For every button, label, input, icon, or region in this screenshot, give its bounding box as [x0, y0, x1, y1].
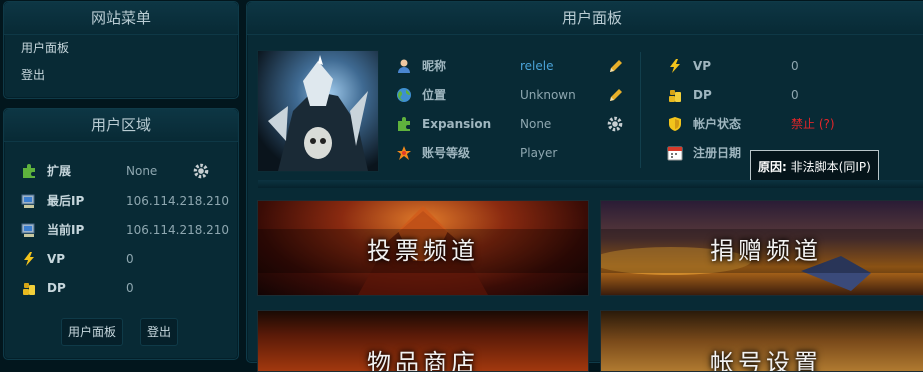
zone-value: 0 — [126, 281, 134, 295]
zone-label: VP — [47, 252, 66, 266]
vote-channel-banner[interactable]: 投票频道 — [257, 200, 589, 296]
account-status-value[interactable]: 禁止 (?) — [791, 114, 835, 134]
banner-title: 帐号设置 — [710, 349, 822, 372]
globe-icon — [397, 88, 411, 102]
computer-icon — [21, 223, 35, 237]
zone-label: 当前IP — [47, 223, 85, 237]
banner-title: 物品商店 — [367, 349, 479, 372]
logout-button[interactable]: 登出 — [140, 318, 179, 346]
info-label: DP — [693, 88, 712, 102]
nickname-value[interactable]: relele — [520, 56, 554, 76]
info-row-nickname: 昵称 relele — [396, 56, 636, 76]
info-label: Expansion — [422, 117, 492, 131]
info-label: 账号等级 — [422, 146, 471, 160]
user-icon — [398, 59, 410, 73]
shield-icon — [669, 117, 681, 131]
site-menu-title: 网站菜单 — [4, 2, 238, 35]
tooltip-label: 原因: — [758, 160, 787, 174]
info-label: 注册日期 — [693, 146, 742, 160]
info-row-account-level: 账号等级 Player — [396, 143, 636, 163]
avatar — [257, 50, 379, 172]
site-menu-panel: 网站菜单 用户面板 登出 — [3, 1, 239, 99]
banner-title: 捐赠频道 — [710, 237, 822, 265]
item-shop-banner[interactable]: 物品商店 — [257, 310, 589, 372]
vp-value: 0 — [791, 59, 799, 73]
tooltip-text: 非法脚本(同IP) — [790, 160, 871, 174]
user-zone-panel: 用户区域 扩展 None 最后IP 106.114.218.210 当前IP 1… — [3, 108, 239, 360]
location-value: Unknown — [520, 88, 576, 102]
account-settings-banner[interactable]: 帐号设置 — [600, 310, 923, 372]
lightning-icon — [24, 252, 34, 266]
info-label: 昵称 — [422, 59, 447, 73]
info-row-dp: DP 0 — [667, 85, 907, 105]
puzzle-icon — [398, 117, 410, 131]
zone-label: 扩展 — [47, 164, 72, 178]
info-separator — [640, 52, 641, 168]
dp-value: 0 — [791, 88, 799, 102]
panel-divider — [258, 180, 923, 188]
info-label: VP — [693, 59, 712, 73]
user-panel-title: 用户面板 — [247, 2, 923, 35]
user-panel-button[interactable]: 用户面板 — [61, 318, 124, 346]
donate-channel-banner[interactable]: 捐赠频道 — [600, 200, 923, 296]
calendar-icon — [667, 146, 683, 161]
account-level-value: Player — [520, 146, 558, 160]
expansion-value: None — [520, 117, 552, 131]
banner-title: 投票频道 — [367, 237, 479, 265]
star-icon — [397, 146, 411, 160]
info-row-location: 位置 Unknown — [396, 85, 636, 105]
user-zone-title: 用户区域 — [4, 109, 238, 142]
info-row-vp: VP 0 — [667, 56, 907, 76]
zone-value: 0 — [126, 252, 134, 266]
info-row-account-status: 帐户状态 禁止 (?) — [667, 114, 907, 134]
info-label: 帐户状态 — [693, 117, 742, 131]
gear-icon[interactable] — [192, 162, 210, 180]
coins-icon — [23, 283, 35, 295]
pencil-icon[interactable] — [608, 58, 624, 74]
info-label: 位置 — [422, 88, 447, 102]
zone-value: None — [126, 164, 158, 178]
computer-icon — [21, 194, 35, 208]
info-row-expansion: Expansion None — [396, 114, 636, 134]
gear-icon[interactable] — [606, 115, 624, 133]
ban-reason-tooltip: 原因: 非法脚本(同IP) — [750, 150, 879, 184]
zone-label: DP — [47, 281, 66, 295]
menu-item-user-panel[interactable]: 用户面板 — [4, 35, 238, 62]
puzzle-icon — [23, 164, 35, 178]
zone-value: 106.114.218.210 — [126, 223, 230, 237]
zone-value: 106.114.218.210 — [126, 194, 230, 208]
zone-label: 最后IP — [47, 194, 85, 208]
lightning-icon — [670, 59, 680, 73]
coins-icon — [669, 90, 681, 102]
pencil-icon[interactable] — [608, 87, 624, 103]
menu-item-logout[interactable]: 登出 — [4, 62, 238, 89]
